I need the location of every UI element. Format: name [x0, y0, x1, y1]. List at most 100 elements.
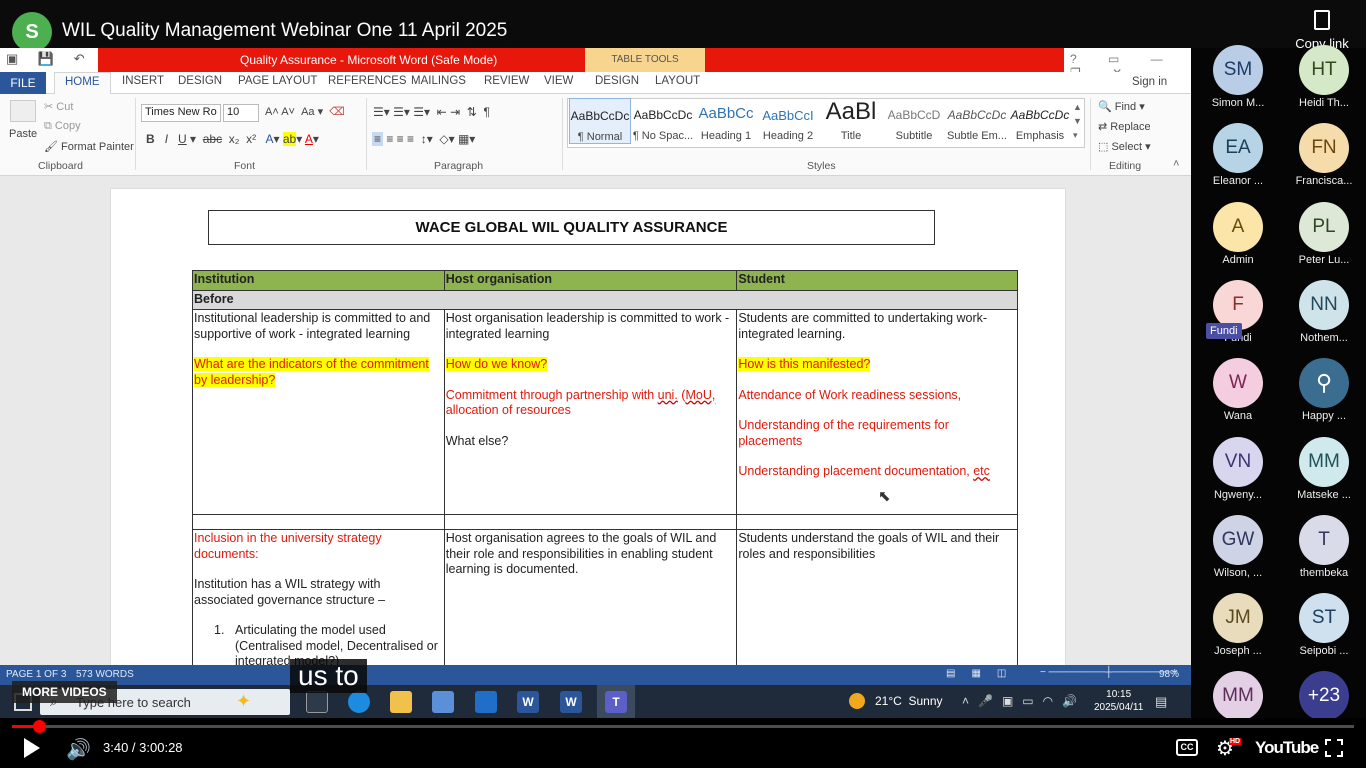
style-name: Subtle Em... — [947, 130, 1007, 142]
participant-avatar: T — [1299, 514, 1349, 565]
tab-page-layout[interactable]: PAGE LAYOUT — [238, 75, 317, 87]
participant-tile[interactable]: FN Francisca... — [1284, 123, 1364, 187]
time-display: 3:40 / 3:00:28 — [103, 740, 183, 755]
participant-tile[interactable]: VN Ngweny... — [1198, 436, 1278, 501]
store-icon[interactable] — [432, 691, 454, 713]
style-no-spacing[interactable]: AaBbCcDc ¶ No Spac... — [632, 98, 694, 144]
system-tray-icons[interactable]: ˄🎤▣▭◠🔊 — [962, 694, 1086, 708]
student-cell[interactable]: Students are committed to undertaking wo… — [736, 309, 1018, 515]
tab-table-design[interactable]: DESIGN — [595, 75, 639, 87]
participant-tile[interactable]: SM Simon M... — [1198, 45, 1278, 109]
tab-view[interactable]: VIEW — [544, 75, 573, 87]
progress-scrubber[interactable] — [33, 720, 46, 733]
cut-button[interactable]: ✂ Cut — [44, 100, 73, 113]
participant-tile[interactable]: W Wana — [1198, 358, 1278, 422]
mail-icon[interactable] — [475, 691, 497, 713]
paste-button[interactable]: Paste — [9, 128, 37, 140]
font-format-buttons[interactable]: B I U ▾ abc x₂ x² A▾ ab▾ A▾ — [146, 132, 319, 146]
replace-button[interactable]: ⇄ Replace — [1098, 120, 1151, 133]
empty-cell[interactable] — [443, 514, 738, 530]
file-explorer-icon[interactable] — [390, 691, 412, 713]
zoom-level[interactable]: 98% — [1159, 669, 1179, 680]
fullscreen-icon[interactable] — [1325, 739, 1343, 757]
participant-tile[interactable]: HT Heidi Th... — [1284, 45, 1364, 109]
list-indent-buttons[interactable]: ☰▾ ☰▾ ☰▾ ⇤ ⇥ ⇅ ¶ — [373, 105, 490, 119]
font-size-box[interactable]: 10 — [223, 104, 259, 122]
participant-tile[interactable]: GW Wilson, ... — [1198, 514, 1278, 579]
zoom-slider[interactable]: − ────────┼──────── + — [1040, 667, 1178, 678]
participant-avatar: PL — [1299, 201, 1349, 252]
teams-icon: T — [605, 691, 627, 713]
word-count[interactable]: 573 WORDS — [76, 669, 134, 680]
select-button[interactable]: ⬚ Select ▾ — [1098, 140, 1151, 153]
captions-button[interactable]: CC — [1176, 739, 1198, 756]
tab-mailings[interactable]: MAILINGS — [411, 75, 466, 87]
participant-tile[interactable]: ST Seipobi ... — [1284, 593, 1364, 657]
participant-tile[interactable]: PL Peter Lu... — [1284, 201, 1364, 266]
header-host-organisation: Host organisation — [443, 270, 738, 291]
tab-file[interactable]: FILE — [0, 72, 46, 94]
view-buttons[interactable]: ▤▦◫ — [946, 668, 1022, 679]
alignment-buttons[interactable]: ≡ ≡ ≡ ≡ ↕▾ ◇▾ ▦▾ — [372, 132, 475, 146]
taskbar-clock[interactable]: 10:15 2025/04/11 — [1094, 688, 1143, 714]
collapse-ribbon-icon[interactable]: ˄ — [1173, 158, 1179, 170]
style-heading-1[interactable]: AaBbCc Heading 1 — [695, 98, 757, 144]
teams-taskbar-button[interactable]: T — [597, 685, 635, 719]
tab-insert[interactable]: INSERT — [122, 75, 164, 87]
participant-tile[interactable]: A Admin — [1198, 201, 1278, 266]
participant-tile[interactable]: EA Eleanor ... — [1198, 123, 1278, 187]
document-page[interactable]: WACE GLOBAL WIL QUALITY ASSURANCE Instit… — [110, 188, 1066, 685]
host-organisation-cell[interactable]: Host organisation leadership is committe… — [443, 309, 738, 515]
tab-references[interactable]: REFERENCES — [328, 75, 407, 87]
word-app-icon[interactable]: W — [560, 691, 582, 713]
play-icon[interactable] — [24, 738, 40, 758]
duration: 3:00:28 — [139, 740, 183, 755]
empty-cell[interactable] — [736, 514, 1018, 530]
volume-icon[interactable]: 🔊 — [66, 737, 91, 762]
host-organisation-cell[interactable]: Host organisation agrees to the goals of… — [443, 529, 738, 673]
progress-bar[interactable] — [12, 725, 1354, 728]
empty-cell[interactable] — [192, 514, 445, 530]
institution-cell[interactable]: Institutional leadership is committed to… — [192, 309, 445, 515]
word-title-bar: ▣ 💾 ↶ ↻ Quality Assurance - Microsoft Wo… — [0, 48, 1191, 80]
participant-tile[interactable]: ⚲ Happy ... — [1284, 358, 1364, 422]
sign-in-link[interactable]: Sign in — [1132, 76, 1167, 88]
youtube-logo[interactable]: YouTube — [1255, 738, 1319, 758]
style-title[interactable]: AaBl Title — [820, 98, 882, 144]
word-app-icon[interactable]: W — [517, 691, 539, 713]
tab-table-layout[interactable]: LAYOUT — [655, 75, 700, 87]
cell-question: How do we know? — [445, 357, 548, 371]
style-normal[interactable]: AaBbCcDc ¶ Normal — [569, 98, 631, 144]
notifications-icon[interactable]: ▤ — [1155, 694, 1167, 710]
channel-avatar[interactable]: S — [12, 12, 52, 52]
closed-caption: us to — [290, 659, 367, 693]
format-painter-button[interactable]: 🖌 Format Painter — [44, 140, 134, 153]
participant-tile[interactable]: JM Joseph ... — [1198, 593, 1278, 657]
participant-tile[interactable]: NN Nothem... — [1284, 279, 1364, 344]
edge-icon[interactable] — [348, 691, 370, 713]
participant-tile[interactable]: +23 — [1284, 671, 1364, 723]
video-title[interactable]: WIL Quality Management Webinar One 11 Ap… — [62, 20, 507, 42]
grow-shrink-font-buttons[interactable]: A˄ A˅ Aa ▾ ⌫ — [265, 105, 345, 118]
institution-cell[interactable]: Inclusion in the university strategy doc… — [192, 529, 445, 673]
more-videos-button[interactable]: MORE VIDEOS — [12, 681, 117, 703]
page-count[interactable]: PAGE 1 OF 3 — [6, 669, 66, 680]
student-cell[interactable]: Students understand the goals of WIL and… — [736, 529, 1018, 673]
participant-tile[interactable]: Tthembeka — [1284, 514, 1364, 579]
style-subtitle[interactable]: AaBbCcD Subtitle — [883, 98, 945, 144]
tab-review[interactable]: REVIEW — [484, 75, 529, 87]
styles-scroll-buttons[interactable]: ▲ ▼ ▾ — [1073, 100, 1082, 142]
style-heading-2[interactable]: AaBbCcI Heading 2 — [757, 98, 819, 144]
participant-tile[interactable]: MM Matseke ... — [1284, 436, 1364, 501]
weather-widget[interactable]: 21°C Sunny — [875, 694, 943, 708]
find-button[interactable]: 🔍 Find ▾ — [1098, 100, 1145, 113]
style-emphasis[interactable]: AaBbCcDc Emphasis — [1009, 98, 1071, 144]
participant-avatar: FN — [1299, 123, 1349, 174]
font-name-box[interactable]: Times New Ro — [141, 104, 221, 122]
task-view-icon[interactable] — [306, 691, 328, 713]
search-highlight-icon: ✦ — [236, 691, 252, 711]
style-subtle-emphasis[interactable]: AaBbCcDc Subtle Em... — [946, 98, 1008, 144]
copy-button[interactable]: ⧉ Copy — [44, 120, 81, 133]
tab-design[interactable]: DESIGN — [178, 75, 222, 87]
tab-home[interactable]: HOME — [54, 72, 111, 95]
